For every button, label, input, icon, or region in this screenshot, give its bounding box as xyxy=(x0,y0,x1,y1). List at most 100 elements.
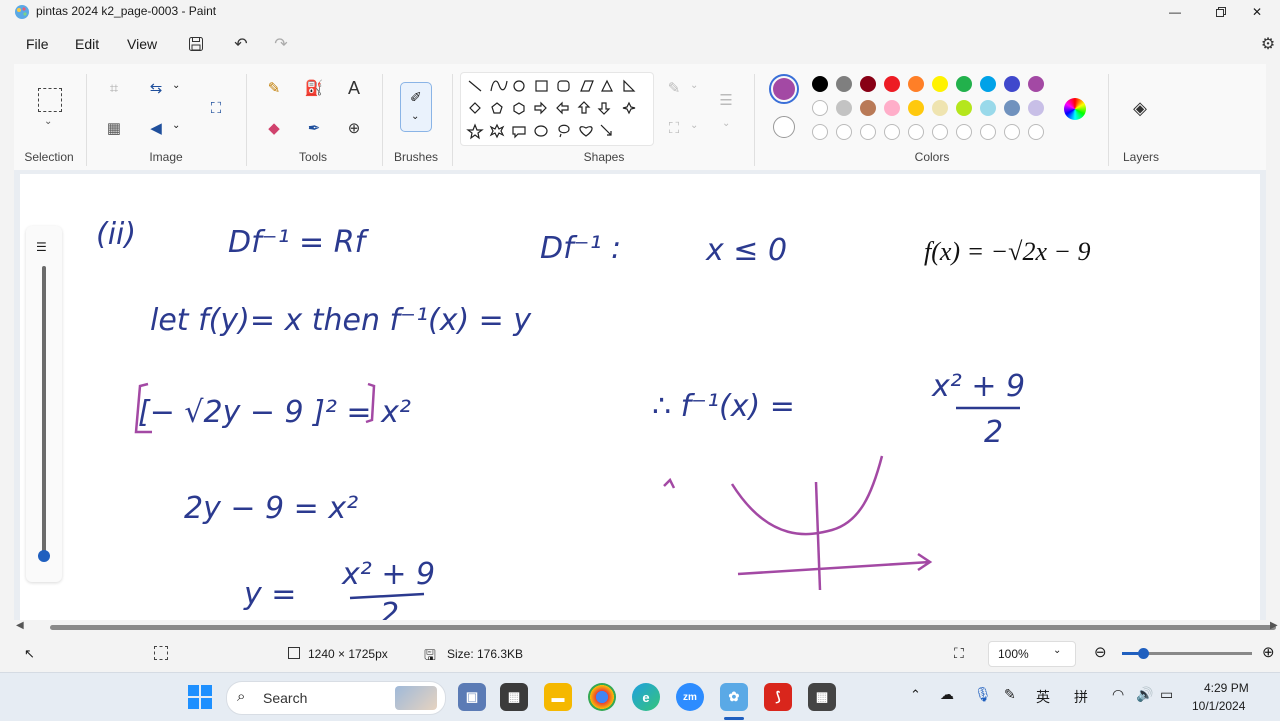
color-swatch[interactable] xyxy=(812,100,828,116)
zoom-in-icon[interactable]: ⊕ xyxy=(1262,643,1275,661)
crop-icon[interactable]: ⌗ xyxy=(102,76,126,100)
color-swatch[interactable] xyxy=(836,124,852,140)
color-swatch[interactable] xyxy=(884,100,900,116)
shape-fill-icon[interactable]: ⛶ xyxy=(662,116,686,140)
windows-start-icon[interactable] xyxy=(188,685,212,709)
scroll-right-icon[interactable]: ▶ xyxy=(1270,620,1278,631)
canvas-zoom-slider[interactable]: ☰ xyxy=(26,226,62,582)
color-swatch[interactable] xyxy=(932,76,948,92)
edge-icon[interactable]: e xyxy=(632,683,660,711)
undo-icon[interactable]: ↶ xyxy=(231,34,251,54)
paint-taskbar-icon[interactable]: ✿ xyxy=(720,683,748,711)
eraser-icon[interactable]: ◆ xyxy=(262,116,286,140)
pencil-icon[interactable]: ✎ xyxy=(262,76,286,100)
minimize-button[interactable]: — xyxy=(1152,0,1198,24)
color-swatch[interactable] xyxy=(884,124,900,140)
clock-date[interactable]: 10/1/2024 xyxy=(1192,699,1245,713)
onedrive-cloud-icon[interactable]: ☁ xyxy=(940,686,954,703)
color-swatch[interactable] xyxy=(812,76,828,92)
color-swatch[interactable] xyxy=(1028,100,1044,116)
color-swatch[interactable] xyxy=(860,124,876,140)
color-swatch[interactable] xyxy=(884,76,900,92)
clock-time[interactable]: 4:29 PM xyxy=(1204,681,1249,695)
shapes-icons[interactable] xyxy=(461,73,653,145)
color-swatch[interactable] xyxy=(1004,124,1020,140)
chevron-down-icon[interactable]: ⌄ xyxy=(722,118,730,129)
slider-thumb[interactable] xyxy=(38,550,50,562)
calculator-2-icon[interactable]: ▦ xyxy=(808,683,836,711)
zoom-app-icon[interactable]: zm xyxy=(676,683,704,711)
color-swatch[interactable] xyxy=(956,124,972,140)
microphone-icon[interactable]: 🎙 xyxy=(974,686,992,703)
file-explorer-icon[interactable]: ▬ xyxy=(544,683,572,711)
fill-bucket-icon[interactable]: ⛽ xyxy=(302,76,326,100)
zoom-out-icon[interactable]: ⊖ xyxy=(1094,643,1107,661)
line-size-icon[interactable]: ☰ xyxy=(714,88,738,112)
rotate-icon[interactable]: ◀ xyxy=(144,116,168,140)
image-background-icon[interactable]: ⛶ xyxy=(204,96,228,120)
slider-track[interactable] xyxy=(42,266,46,556)
tray-chevron-up-icon[interactable]: ⌃ xyxy=(910,687,921,703)
color-swatch[interactable] xyxy=(908,76,924,92)
battery-icon[interactable]: ▭ xyxy=(1160,686,1173,703)
speaker-icon[interactable]: 🔊 xyxy=(1136,686,1153,703)
color-picker-icon[interactable]: ✒ xyxy=(302,116,326,140)
chevron-down-icon[interactable]: ⌄ xyxy=(44,116,52,127)
primary-color-button[interactable] xyxy=(769,74,799,104)
close-button[interactable]: ✕ xyxy=(1234,0,1280,24)
color-swatch[interactable] xyxy=(812,124,828,140)
color-swatch[interactable] xyxy=(860,76,876,92)
chevron-down-icon[interactable]: ⌄ xyxy=(690,120,698,131)
menu-view[interactable]: View xyxy=(127,36,157,52)
edit-colors-icon[interactable] xyxy=(1064,98,1086,120)
color-swatch[interactable] xyxy=(1004,76,1020,92)
ime-mode[interactable]: 拼 xyxy=(1074,687,1088,707)
task-view-icon[interactable]: ▣ xyxy=(458,683,486,711)
image-select-all-icon[interactable]: ▦ xyxy=(102,116,126,140)
chrome-icon[interactable] xyxy=(588,683,616,711)
color-swatch[interactable] xyxy=(908,124,924,140)
text-icon[interactable]: A xyxy=(342,76,366,100)
color-swatch[interactable] xyxy=(1028,124,1044,140)
horizontal-scrollbar[interactable]: ◀ ▶ xyxy=(14,620,1280,634)
chevron-down-icon[interactable]: ⌄ xyxy=(172,120,180,131)
wifi-icon[interactable]: ◠ xyxy=(1112,686,1124,703)
color-swatch[interactable] xyxy=(1004,100,1020,116)
magnifier-icon[interactable]: ⊕ xyxy=(342,116,366,140)
color-swatch[interactable] xyxy=(908,100,924,116)
layers-icon[interactable]: ◈ xyxy=(1128,96,1152,120)
shape-outline-icon[interactable]: ✎ xyxy=(662,76,686,100)
color-swatch[interactable] xyxy=(980,100,996,116)
redo-icon[interactable]: ↷ xyxy=(271,34,291,54)
menu-file[interactable]: File xyxy=(26,36,49,52)
zoom-select[interactable]: 100% ⌄ xyxy=(988,641,1076,667)
chevron-down-icon[interactable]: ⌄ xyxy=(172,80,180,91)
scroll-left-icon[interactable]: ◀ xyxy=(16,620,24,631)
pen-icon[interactable]: ✎ xyxy=(1004,686,1016,703)
fit-to-window-icon[interactable]: ⛶ xyxy=(954,645,964,662)
color-swatch[interactable] xyxy=(956,76,972,92)
save-icon[interactable] xyxy=(186,34,206,54)
color-swatch[interactable] xyxy=(860,100,876,116)
calculator-icon[interactable]: ▦ xyxy=(500,683,528,711)
color-swatch[interactable] xyxy=(836,76,852,92)
settings-gear-icon[interactable]: ⚙ xyxy=(1258,34,1278,54)
resize-icon[interactable]: ⇆ xyxy=(144,76,168,100)
brushes-button[interactable]: ✐ ⌄ xyxy=(400,82,432,132)
zoom-slider-thumb[interactable] xyxy=(1138,648,1149,659)
scrollbar-thumb[interactable] xyxy=(50,625,1276,630)
drawing-canvas[interactable]: (ii) Df⁻¹ = Rf Df⁻¹ : x ≤ 0 let f(y)= x … xyxy=(20,174,1260,632)
color-swatch[interactable] xyxy=(836,100,852,116)
color-swatch[interactable] xyxy=(1028,76,1044,92)
taskbar-search-box[interactable]: ⌕ Search xyxy=(226,681,446,715)
color-swatch[interactable] xyxy=(956,100,972,116)
secondary-color-button[interactable] xyxy=(773,116,795,138)
acrobat-icon[interactable]: ⟆ xyxy=(764,683,792,711)
menu-edit[interactable]: Edit xyxy=(75,36,99,52)
rectangle-select-icon[interactable] xyxy=(38,88,62,112)
color-swatch[interactable] xyxy=(980,124,996,140)
color-swatch[interactable] xyxy=(932,124,948,140)
color-swatch[interactable] xyxy=(932,100,948,116)
color-swatch[interactable] xyxy=(980,76,996,92)
chevron-down-icon[interactable]: ⌄ xyxy=(690,80,698,91)
